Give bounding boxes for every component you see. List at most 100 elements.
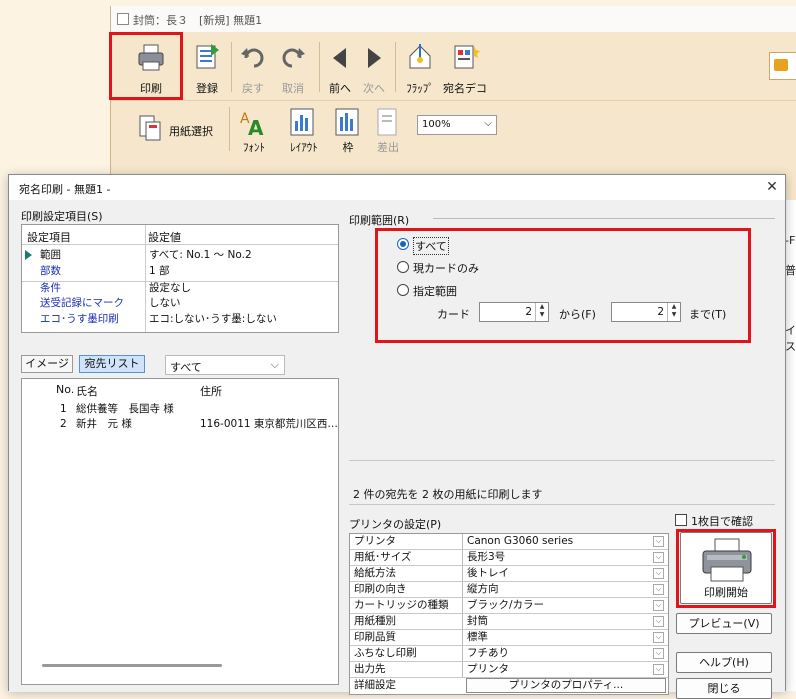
address-row[interactable]: 1 総供養等 長国寺 様 bbox=[22, 403, 338, 415]
chevron-down-icon[interactable]: ⌵ bbox=[653, 536, 664, 547]
chevron-down-icon[interactable]: ⌵ bbox=[653, 600, 664, 611]
printer-setting-row[interactable]: 給紙方法 後トレイ ⌵ bbox=[350, 566, 668, 582]
edge-text: 普 bbox=[785, 264, 796, 277]
undo-toolbar-button[interactable]: 戻す bbox=[235, 40, 271, 96]
printer-settings-label: プリンタの設定(P) bbox=[349, 518, 442, 531]
settings-items-grid[interactable]: 設定項目 設定値 範囲 すべて: No.1 ～ No.2 部数 1 部条件 設定なし 送受… bbox=[21, 224, 339, 333]
printer-setting-value[interactable]: 標準 ⌵ bbox=[462, 630, 666, 645]
redo-toolbar-button[interactable]: 取消 bbox=[273, 40, 313, 96]
background-right-edge: -F 普 イス bbox=[785, 200, 796, 691]
printer-setting-row[interactable]: 用紙種別 封筒 ⌵ bbox=[350, 614, 668, 630]
highlight-box-range bbox=[375, 228, 751, 343]
printer-settings-grid[interactable]: プリンタ Canon G3060 series ⌵ 用紙･サイズ 長形3号 ⌵ 給紙方法 後ト… bbox=[349, 533, 669, 695]
address-row[interactable]: 2 新井 元 様 116-0011 東京都荒川区西… bbox=[22, 418, 338, 430]
address-name: 新井 元 様 bbox=[76, 418, 132, 430]
undo-icon bbox=[241, 48, 264, 68]
tab-address-list[interactable]: 宛先リスト bbox=[79, 355, 145, 373]
printer-setting-key: 出力先 bbox=[354, 663, 386, 675]
paper-select-button[interactable]: 用紙選択 bbox=[137, 111, 221, 147]
settings-row[interactable]: 部数 1 部 bbox=[22, 265, 338, 277]
next-icon bbox=[368, 48, 381, 68]
prev-toolbar-button[interactable]: 前へ bbox=[323, 40, 357, 96]
printer-setting-row[interactable]: 出力先 プリンタ ⌵ bbox=[350, 662, 668, 678]
dialog-title: 宛名印刷 - 無題1 - bbox=[19, 183, 111, 196]
printer-setting-value-text: フチあり bbox=[467, 647, 509, 659]
printer-setting-key: 印刷の向き bbox=[354, 583, 407, 595]
register-toolbar-button[interactable]: 登録 bbox=[187, 40, 227, 96]
horizontal-scrollbar[interactable] bbox=[42, 664, 222, 667]
chevron-down-icon[interactable]: ⌵ bbox=[653, 616, 664, 627]
printer-setting-value[interactable]: プリンタ ⌵ bbox=[462, 662, 666, 677]
printer-setting-value[interactable]: ブラック/カラー ⌵ bbox=[462, 598, 666, 613]
zoom-select[interactable]: 100% ⌵ bbox=[417, 115, 497, 135]
chevron-down-icon[interactable]: ⌵ bbox=[653, 552, 664, 563]
flap-icon bbox=[409, 44, 431, 69]
chevron-down-icon[interactable]: ⌵ bbox=[653, 584, 664, 595]
printer-setting-value[interactable]: 縦方向 ⌵ bbox=[462, 582, 666, 597]
toolbar-separator bbox=[395, 42, 396, 92]
dialog-title-bar: 宛名印刷 - 無題1 - bbox=[9, 175, 785, 200]
dialog-close-button[interactable]: ✕ bbox=[759, 175, 785, 200]
printer-setting-value[interactable]: Canon G3060 series ⌵ bbox=[462, 534, 666, 549]
col-value-header: 設定値 bbox=[148, 231, 181, 244]
frame-icon bbox=[335, 108, 359, 136]
font-toolbar-button[interactable]: AA ﾌｫﾝﾄ bbox=[233, 105, 275, 155]
printer-setting-key: 印刷品質 bbox=[354, 631, 396, 643]
printer-setting-value[interactable]: 封筒 ⌵ bbox=[462, 614, 666, 629]
paper-icon bbox=[139, 115, 161, 141]
printer-setting-row[interactable]: プリンタ Canon G3060 series ⌵ bbox=[350, 534, 668, 550]
printer-setting-row[interactable]: ふちなし印刷 フチあり ⌵ bbox=[350, 646, 668, 662]
filter-select[interactable]: すべて ⌵ bbox=[165, 355, 285, 375]
printer-setting-key: ふちなし印刷 bbox=[354, 647, 417, 659]
printer-setting-value-text: 縦方向 bbox=[467, 583, 499, 595]
chevron-down-icon[interactable]: ⌵ bbox=[653, 648, 664, 659]
printer-setting-row[interactable]: 用紙･サイズ 長形3号 ⌵ bbox=[350, 550, 668, 566]
next-toolbar-button[interactable]: 次へ bbox=[357, 40, 391, 96]
address-list[interactable]: No. 氏名 住所 1 総供養等 長国寺 様 2 新井 元 様 116-0011 東京都… bbox=[21, 378, 339, 685]
col-address: 住所 bbox=[200, 385, 222, 398]
settings-row[interactable]: 条件 設定なし bbox=[22, 281, 338, 294]
close-button[interactable]: 閉じる bbox=[676, 678, 772, 699]
summary-top-line bbox=[349, 460, 775, 461]
settings-row[interactable]: エコ･うす墨印刷 エコ:しない･うす墨:しない bbox=[22, 313, 338, 325]
printer-setting-value[interactable]: 後トレイ ⌵ bbox=[462, 566, 666, 581]
address-no: 1 bbox=[60, 403, 67, 415]
col-name: 氏名 bbox=[76, 385, 98, 398]
svg-text:A: A bbox=[248, 116, 264, 137]
printer-setting-row[interactable]: 印刷の向き 縦方向 ⌵ bbox=[350, 582, 668, 598]
chevron-down-icon: ⌵ bbox=[270, 358, 279, 371]
tab-image[interactable]: イメージ bbox=[21, 355, 73, 373]
printer-detail-row: 詳細設定 プリンタのプロパティ... bbox=[350, 678, 668, 694]
printer-setting-row[interactable]: カートリッジの種類 ブラック/カラー ⌵ bbox=[350, 598, 668, 614]
settings-row[interactable]: 送受記録にマーク しない bbox=[22, 297, 338, 309]
printer-setting-value[interactable]: フチあり ⌵ bbox=[462, 646, 666, 661]
confirm-first-checkbox[interactable]: 1枚目で確認 bbox=[675, 513, 775, 529]
summary-bottom-line bbox=[349, 504, 775, 505]
setting-item: エコ･うす墨印刷 bbox=[40, 313, 119, 325]
app-icon bbox=[117, 13, 129, 25]
chevron-down-icon[interactable]: ⌵ bbox=[653, 632, 664, 643]
printer-setting-value-text: Canon G3060 series bbox=[467, 535, 574, 547]
dialog-body: 印刷設定項目(S) 設定項目 設定値 範囲 すべて: No.1 ～ No.2 部数 1… bbox=[9, 200, 785, 699]
settings-row[interactable]: 範囲 すべて: No.1 ～ No.2 bbox=[22, 249, 338, 261]
range-group-label: 印刷範囲(R) bbox=[349, 214, 410, 227]
setting-value: しない bbox=[149, 297, 181, 309]
layout-toolbar-button[interactable]: ﾚｲｱｳﾄ bbox=[281, 105, 327, 155]
chevron-down-icon[interactable]: ⌵ bbox=[653, 568, 664, 579]
frame-toolbar-button[interactable]: 枠 bbox=[329, 105, 367, 155]
deco-toolbar-button[interactable]: 宛名デコ bbox=[441, 40, 489, 96]
side-panel-button[interactable] bbox=[769, 52, 796, 80]
printer-setting-value-text: 長形3号 bbox=[467, 551, 506, 563]
printer-setting-key: 用紙･サイズ bbox=[354, 551, 412, 563]
setting-value: 1 部 bbox=[149, 265, 170, 277]
chevron-down-icon[interactable]: ⌵ bbox=[653, 664, 664, 675]
toolbar-separator bbox=[231, 42, 232, 92]
checkbox[interactable] bbox=[675, 514, 687, 526]
printer-setting-row[interactable]: 印刷品質 標準 ⌵ bbox=[350, 630, 668, 646]
flap-toolbar-button[interactable]: ﾌﾗｯﾌﾟ bbox=[399, 40, 441, 96]
sender-toolbar-button[interactable]: 差出 bbox=[369, 105, 407, 155]
preview-button[interactable]: プレビュー(V) bbox=[676, 613, 772, 634]
help-button[interactable]: ヘルプ(H) bbox=[676, 652, 772, 673]
col-no: No. bbox=[56, 383, 75, 396]
printer-setting-value[interactable]: 長形3号 ⌵ bbox=[462, 550, 666, 565]
